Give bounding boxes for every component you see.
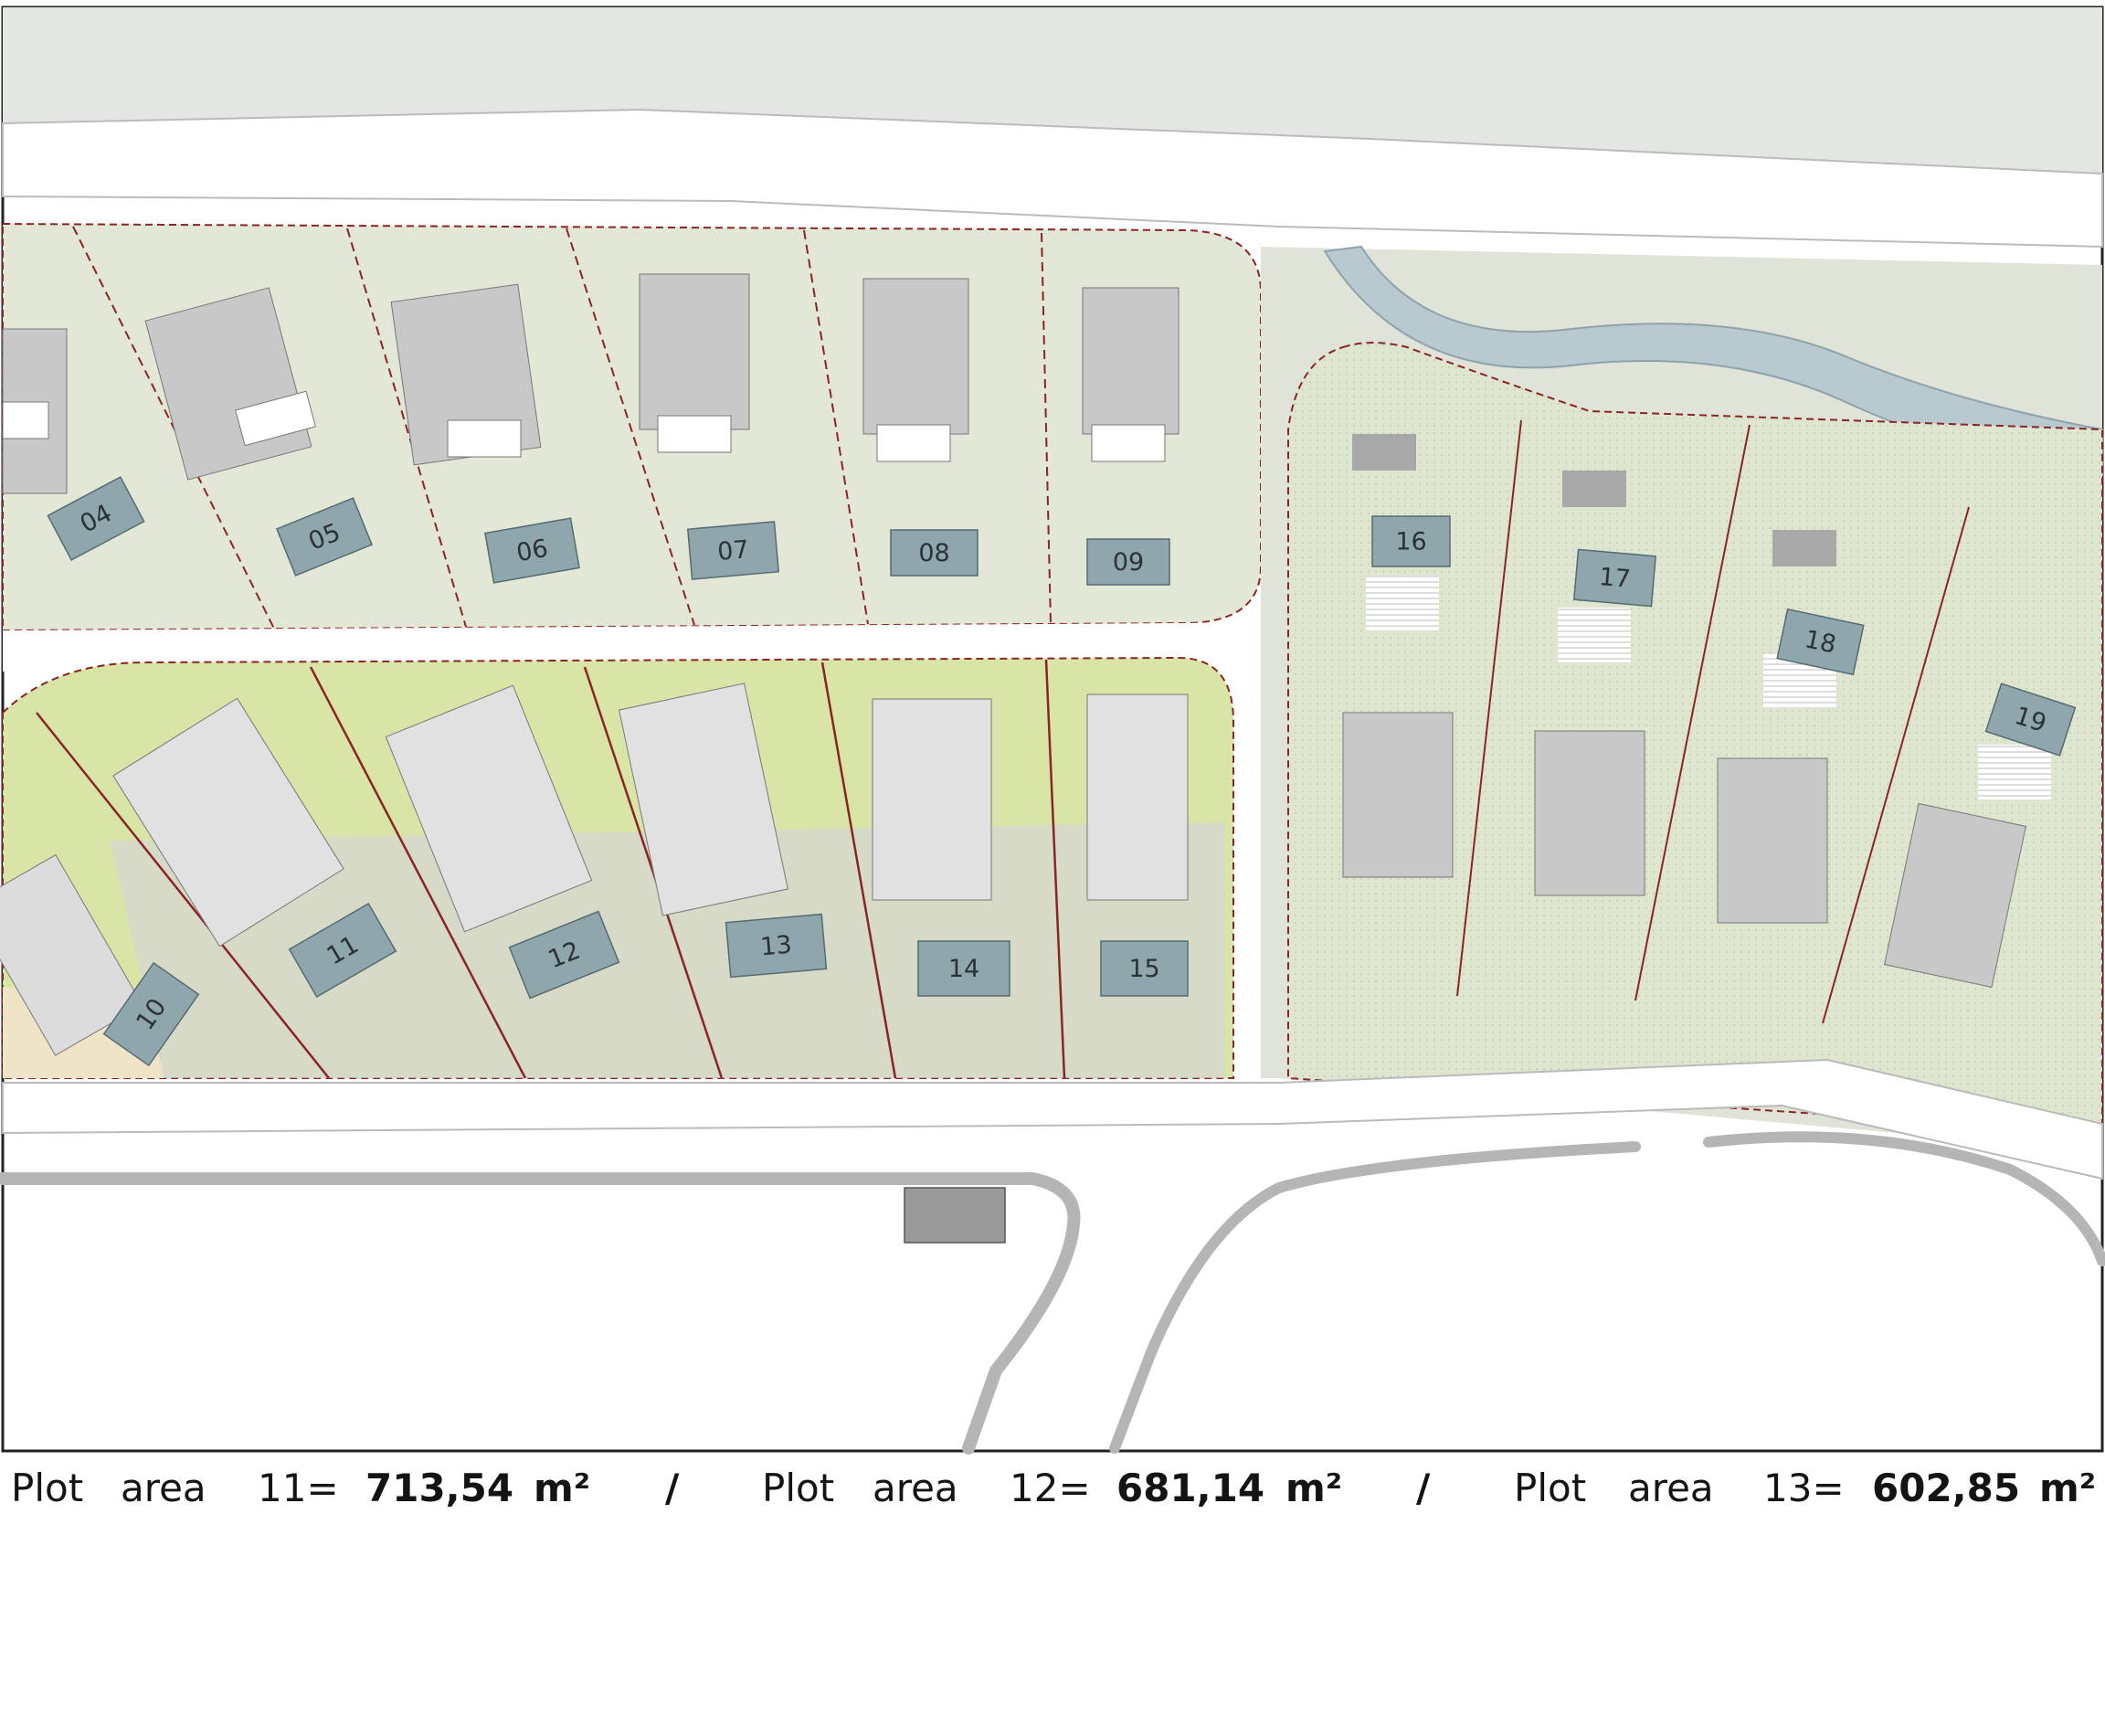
caption-area-3: area bbox=[1628, 1466, 1714, 1510]
caption-unit-2: m² bbox=[1285, 1466, 1343, 1510]
plot-pool-09: 09 bbox=[1086, 538, 1170, 586]
plot-number-label: 13 bbox=[759, 931, 793, 962]
plot-number-label: 06 bbox=[514, 535, 550, 567]
caption-unit-1: m² bbox=[534, 1466, 591, 1510]
caption-id-3: 13= bbox=[1763, 1466, 1845, 1510]
caption-id-2: 12= bbox=[1010, 1466, 1091, 1510]
plot-number-label: 09 bbox=[1113, 548, 1144, 577]
caption-plot-2: Plot bbox=[762, 1466, 835, 1510]
plot-number-label: 08 bbox=[918, 539, 949, 567]
plot-number-label: 17 bbox=[1598, 563, 1632, 594]
plot-number-label: 07 bbox=[716, 535, 750, 566]
plot-pool-16: 16 bbox=[1371, 515, 1451, 567]
plot-number-label: 14 bbox=[948, 955, 979, 983]
caption-area-1: area bbox=[121, 1466, 206, 1510]
plot-pool-07: 07 bbox=[686, 521, 780, 580]
plot-pool-08: 08 bbox=[890, 529, 978, 577]
caption-plot-1: Plot bbox=[11, 1466, 84, 1510]
plot-number-label: 15 bbox=[1128, 955, 1159, 983]
caption-separator-2: / bbox=[1416, 1466, 1431, 1510]
caption-value-3: 602,85 bbox=[1872, 1466, 2021, 1510]
plot-area-caption: Plot area 11= 713,54 m² / Plot area 12= … bbox=[0, 1455, 2105, 1537]
caption-separator-1: / bbox=[665, 1466, 680, 1510]
caption-value-1: 713,54 bbox=[365, 1466, 514, 1510]
plot-pool-15: 15 bbox=[1100, 940, 1189, 997]
plot-number-label: 16 bbox=[1395, 528, 1426, 556]
caption-plot-3: Plot bbox=[1514, 1466, 1587, 1510]
caption-unit-3: m² bbox=[2039, 1466, 2097, 1510]
caption-area-2: area bbox=[873, 1466, 958, 1510]
plot-pool-13: 13 bbox=[725, 913, 828, 979]
utility-box bbox=[904, 1187, 1006, 1244]
caption-value-2: 681,14 bbox=[1116, 1466, 1265, 1510]
caption-id-1: 11= bbox=[258, 1466, 339, 1510]
plot-pool-17: 17 bbox=[1572, 548, 1657, 608]
plot-pool-14: 14 bbox=[917, 940, 1010, 997]
